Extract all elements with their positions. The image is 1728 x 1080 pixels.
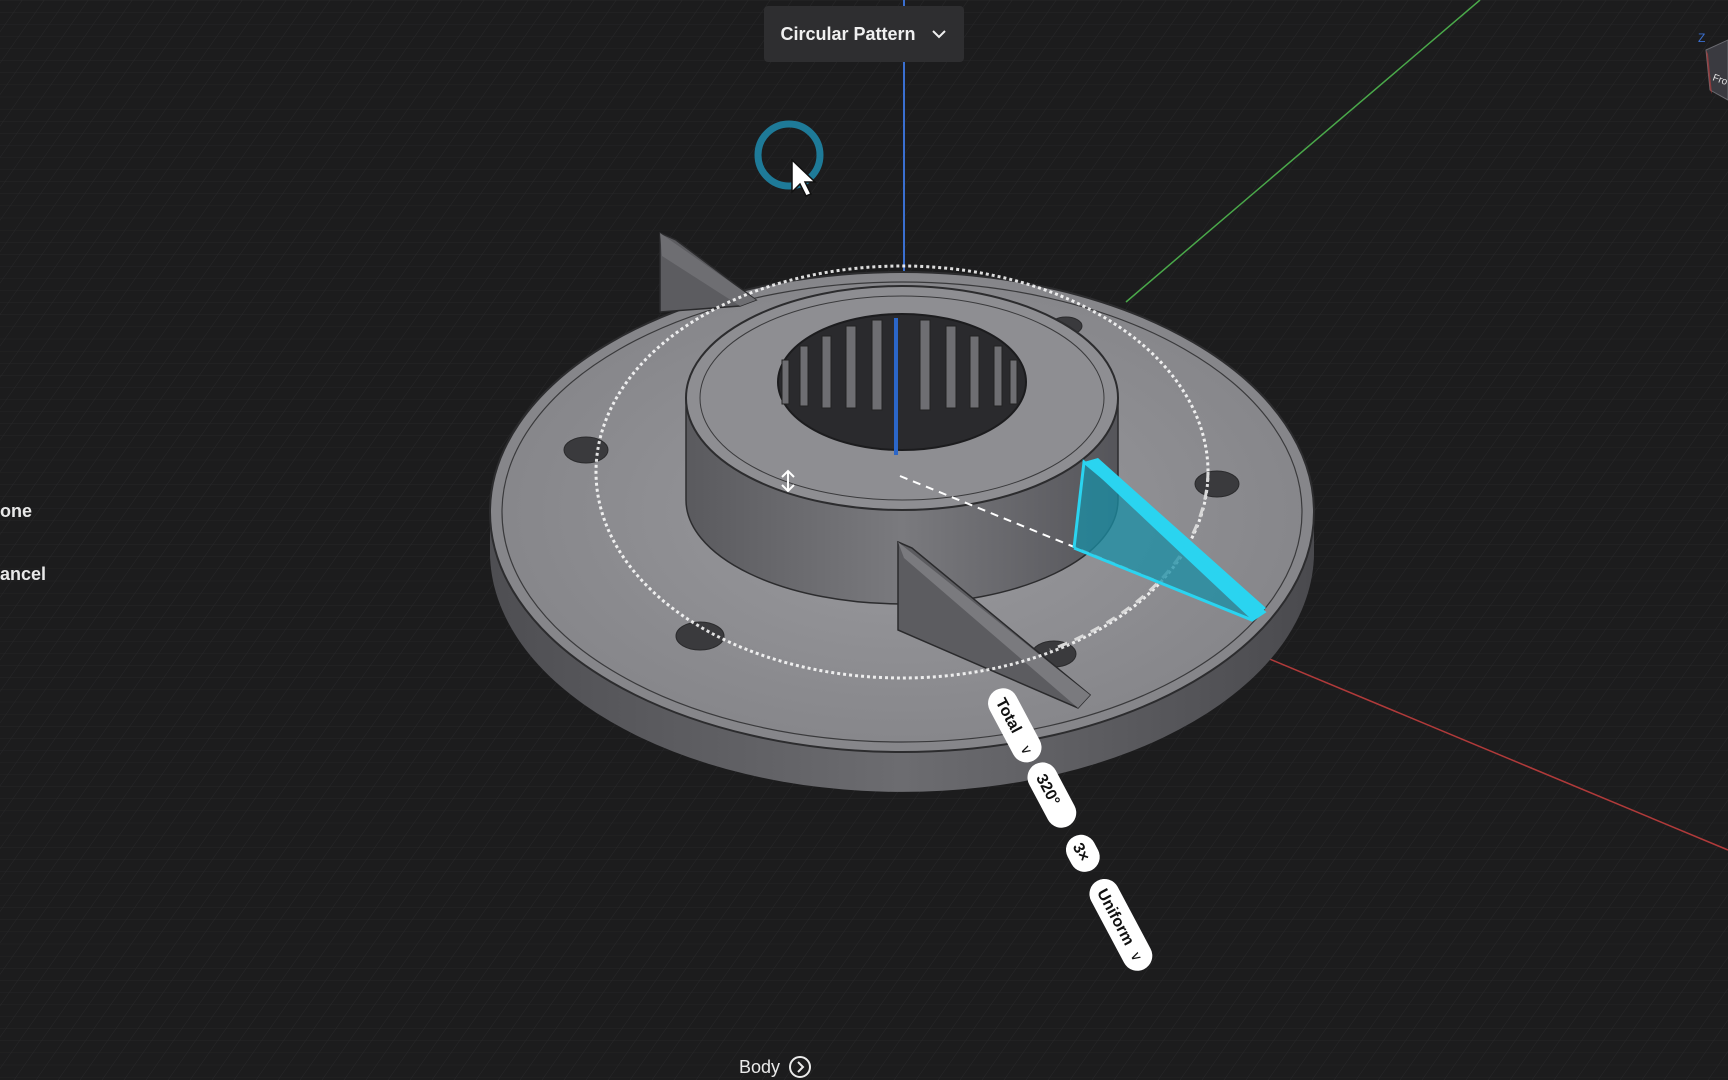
bolt-hole (563, 436, 609, 464)
3d-viewport[interactable]: Total ∨ 320° 3× Uniform ∨ (0, 0, 1728, 1080)
bolt-hole (1194, 470, 1240, 498)
chevron-down-icon (931, 30, 946, 39)
viewcube[interactable]: Z Fro (1692, 30, 1728, 110)
viewcube-axis-z-label: Z (1698, 31, 1705, 45)
bolt-hole (675, 621, 725, 651)
splined-bore (777, 313, 1027, 451)
command-dropdown[interactable]: Circular Pattern (764, 6, 964, 62)
done-button[interactable]: one (0, 501, 32, 522)
body-label: Body (739, 1056, 781, 1077)
cancel-button[interactable]: ancel (0, 564, 46, 585)
command-title: Circular Pattern (780, 23, 916, 44)
body-link[interactable]: Body (739, 1054, 812, 1080)
arrow-circle-right-icon (789, 1056, 812, 1078)
